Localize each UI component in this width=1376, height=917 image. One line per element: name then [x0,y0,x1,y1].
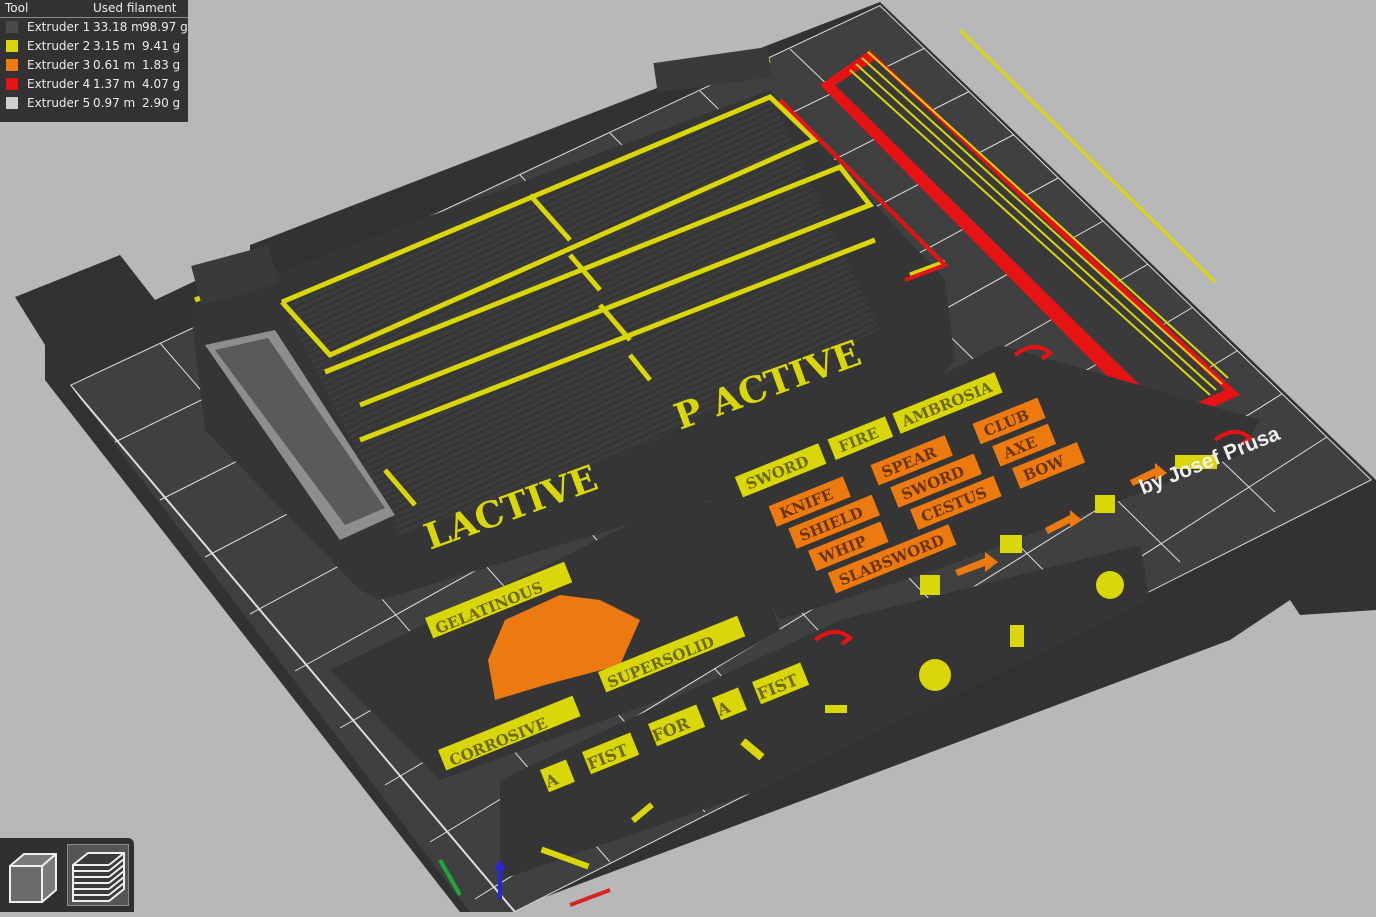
color-swatch-icon [6,78,18,90]
extruder-name: Extruder 2 [27,39,91,53]
legend-row: Extruder 1 33.18 m 98.97 g [0,18,188,37]
print-bed-scene[interactable]: LACTIVE P ACTIVE SWORD FIRE AMBROSIA KNI… [0,0,1376,912]
legend-row: Extruder 2 3.15 m 9.41 g [0,37,188,56]
3d-view-button[interactable] [2,844,64,906]
extruder-name: Extruder 3 [27,58,91,72]
extruder-length: 33.18 m [93,20,143,34]
extruder-length: 0.61 m [93,58,136,72]
legend-header: Tool Used filament [0,0,188,18]
extruder-length: 3.15 m [93,39,136,53]
extruder-weight: 9.41 g [142,39,181,53]
filament-legend: Tool Used filament Extruder 1 33.18 m 98… [0,0,188,122]
legend-row: Extruder 5 0.97 m 2.90 g [0,94,188,113]
legend-header-tool: Tool [5,1,29,15]
color-swatch-icon [6,21,18,33]
extruder-length: 1.37 m [93,77,136,91]
extruder-weight: 1.83 g [142,58,181,72]
legend-row: Extruder 4 1.37 m 4.07 g [0,75,188,94]
legend-row: Extruder 3 0.61 m 1.83 g [0,56,188,75]
color-swatch-icon [6,97,18,109]
extruder-weight: 2.90 g [142,96,181,110]
extruder-weight: 4.07 g [142,77,181,91]
preview-layers-button[interactable] [67,844,129,906]
view-toggle [0,838,134,912]
extruder-name: Extruder 4 [27,77,91,91]
extruder-name: Extruder 5 [27,96,91,110]
extruder-name: Extruder 1 [27,20,91,34]
3d-viewport[interactable]: LACTIVE P ACTIVE SWORD FIRE AMBROSIA KNI… [0,0,1376,912]
cube-icon [9,853,57,903]
extruder-length: 0.97 m [93,96,136,110]
color-swatch-icon [6,40,18,52]
extruder-weight: 98.97 g [142,20,188,34]
legend-header-used: Used filament [93,1,177,15]
color-swatch-icon [6,59,18,71]
layers-icon [72,852,125,902]
